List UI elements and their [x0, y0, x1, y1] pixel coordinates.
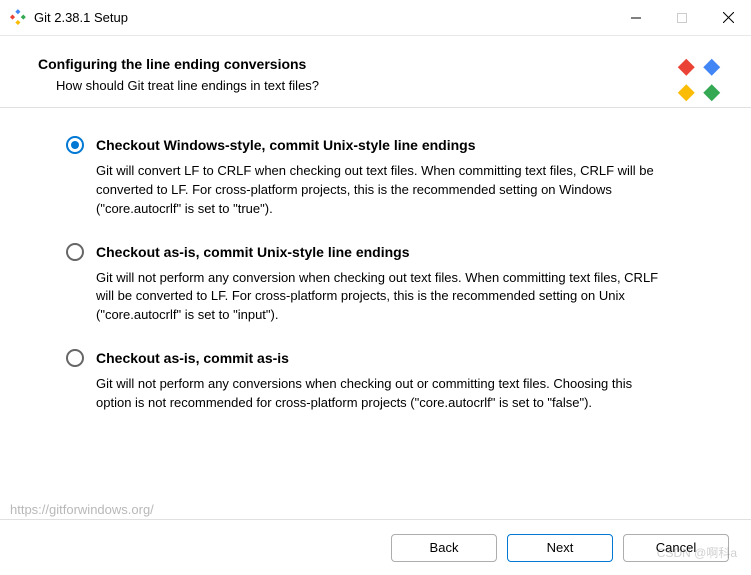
option-row[interactable]: Checkout Windows-style, commit Unix-styl…	[66, 136, 715, 154]
option-row[interactable]: Checkout as-is, commit Unix-style line e…	[66, 243, 715, 261]
radio-asis-asis[interactable]	[66, 349, 84, 367]
option-windows-style: Checkout Windows-style, commit Unix-styl…	[66, 136, 715, 219]
option-row[interactable]: Checkout as-is, commit as-is	[66, 349, 715, 367]
window-controls	[613, 0, 751, 35]
option-description: Git will not perform any conversion when…	[96, 269, 666, 326]
radio-windows-style[interactable]	[66, 136, 84, 154]
minimize-button[interactable]	[613, 0, 659, 35]
titlebar: Git 2.38.1 Setup	[0, 0, 751, 36]
cancel-button[interactable]: Cancel	[623, 534, 729, 562]
git-logo-icon	[673, 54, 725, 106]
close-button[interactable]	[705, 0, 751, 35]
git-icon	[8, 9, 26, 27]
options-panel: Checkout Windows-style, commit Unix-styl…	[0, 108, 751, 447]
window-title: Git 2.38.1 Setup	[34, 10, 613, 25]
next-button[interactable]: Next	[507, 534, 613, 562]
wizard-header: Configuring the line ending conversions …	[0, 36, 751, 108]
option-description: Git will convert LF to CRLF when checkin…	[96, 162, 666, 219]
maximize-button	[659, 0, 705, 35]
page-subtitle: How should Git treat line endings in tex…	[56, 78, 721, 93]
radio-checkout-asis-commit-unix[interactable]	[66, 243, 84, 261]
option-title: Checkout as-is, commit as-is	[96, 350, 289, 366]
option-title: Checkout as-is, commit Unix-style line e…	[96, 244, 410, 260]
option-asis-asis: Checkout as-is, commit as-is Git will no…	[66, 349, 715, 413]
option-title: Checkout Windows-style, commit Unix-styl…	[96, 137, 476, 153]
option-description: Git will not perform any conversions whe…	[96, 375, 666, 413]
back-button[interactable]: Back	[391, 534, 497, 562]
vendor-link[interactable]: https://gitforwindows.org/	[10, 502, 154, 517]
option-checkout-asis-commit-unix: Checkout as-is, commit Unix-style line e…	[66, 243, 715, 326]
wizard-footer: Back Next Cancel	[0, 519, 751, 575]
page-title: Configuring the line ending conversions	[38, 56, 721, 72]
